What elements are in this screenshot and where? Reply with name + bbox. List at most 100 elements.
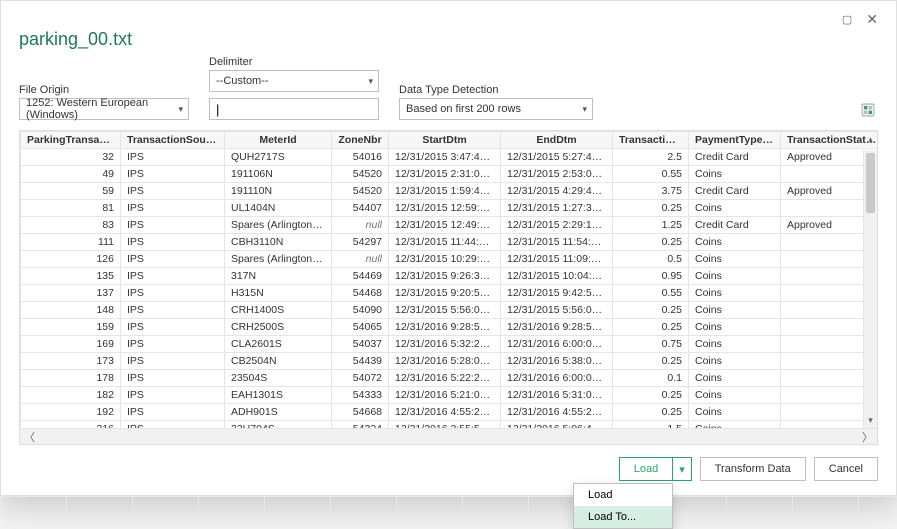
table-row[interactable]: 135IPS317N5446912/31/2015 9:26:31 AM12/3… (21, 268, 878, 285)
table-row[interactable]: 148IPSCRH1400S5409012/31/2015 5:56:00 AM… (21, 302, 878, 319)
settings-icon[interactable] (858, 100, 878, 120)
delimiter-select[interactable]: --Custom-- (209, 70, 379, 92)
table-row[interactable]: 182IPSEAH1301S5433312/31/2016 5:21:05 PM… (21, 387, 878, 404)
cell: 54520 (332, 183, 389, 200)
vertical-scrollbar[interactable]: ▴ ▾ (863, 150, 877, 428)
scroll-left-icon[interactable]: 〈 (24, 429, 35, 445)
scroll-up-icon[interactable]: ▴ (864, 134, 877, 145)
table-row[interactable]: 32IPSQUH2717S5401612/31/2015 3:47:48 PM1… (21, 149, 878, 166)
table-row[interactable]: 83IPSSpares (Arlington VA)null12/31/2015… (21, 217, 878, 234)
cell: 12/31/2015 2:53:08 PM (501, 166, 613, 183)
cell: 0.25 (613, 353, 689, 370)
close-icon[interactable]: ✕ (866, 11, 878, 28)
load-button[interactable]: Load (619, 457, 673, 481)
cell: 182 (21, 387, 121, 404)
column-header[interactable]: TransactionStatusCode (781, 132, 878, 149)
cell: 191106N (225, 166, 332, 183)
table-row[interactable]: 81IPSUL1404N5440712/31/2015 12:59:18 PM1… (21, 200, 878, 217)
cell: 0.55 (613, 285, 689, 302)
transform-data-button[interactable]: Transform Data (700, 457, 806, 481)
cell: 54037 (332, 336, 389, 353)
cell: 0.25 (613, 234, 689, 251)
cell: 111 (21, 234, 121, 251)
dialog-footer: Load ▾ Transform Data Cancel Load Load T… (19, 457, 878, 481)
cell: 0.25 (613, 404, 689, 421)
cancel-button[interactable]: Cancel (814, 457, 878, 481)
cell: 0.25 (613, 387, 689, 404)
column-header[interactable]: ZoneNbr (332, 132, 389, 149)
cell: Spares (Arlington VA) (225, 251, 332, 268)
table-row[interactable]: 111IPSCBH3110N5429712/31/2015 11:44:25 A… (21, 234, 878, 251)
cell: CRH2500S (225, 319, 332, 336)
column-header[interactable]: TransactionAmt (613, 132, 689, 149)
cell: 12/31/2016 9:28:58 PM (389, 319, 501, 336)
file-title: parking_00.txt (19, 29, 878, 50)
cell: Coins (689, 336, 781, 353)
cell: 126 (21, 251, 121, 268)
cell: IPS (121, 234, 225, 251)
column-header[interactable]: ParkingTransactionKey (21, 132, 121, 149)
cell: 54072 (332, 370, 389, 387)
cell: 135 (21, 268, 121, 285)
cell: 81 (21, 200, 121, 217)
cell: Coins (689, 421, 781, 429)
table-row[interactable]: 49IPS191106N5452012/31/2015 2:31:08 PM12… (21, 166, 878, 183)
cell: 54407 (332, 200, 389, 217)
cell: Coins (689, 387, 781, 404)
horizontal-scrollbar[interactable]: 〈 〉 (20, 428, 877, 444)
cell: 12/31/2016 6:00:01 PM (501, 370, 613, 387)
cell: 1.25 (613, 217, 689, 234)
cell: 0.55 (613, 166, 689, 183)
cell: 54520 (332, 166, 389, 183)
column-header[interactable]: TransactionSourceCode (121, 132, 225, 149)
table-row[interactable]: 216IPS23H704S5432412/31/2016 3:55:56 PM1… (21, 421, 878, 429)
cell: 12/31/2015 9:20:57 AM (389, 285, 501, 302)
scroll-down-icon[interactable]: ▾ (864, 415, 877, 426)
cell: Spares (Arlington VA) (225, 217, 332, 234)
cell: 169 (21, 336, 121, 353)
delimiter-input[interactable] (209, 98, 379, 120)
table-row[interactable]: 126IPSSpares (Arlington VA)null12/31/201… (21, 251, 878, 268)
table-row[interactable]: 137IPSH315N5446812/31/2015 9:20:57 AM12/… (21, 285, 878, 302)
table-row[interactable]: 59IPS191110N5452012/31/2015 1:59:49 PM12… (21, 183, 878, 200)
cell: EAH1301S (225, 387, 332, 404)
cell: CRH1400S (225, 302, 332, 319)
cell: 12/31/2015 2:31:08 PM (389, 166, 501, 183)
scrollbar-thumb[interactable] (866, 153, 875, 213)
cell: 12/31/2015 5:27:48 PM (501, 149, 613, 166)
scroll-right-icon[interactable]: 〉 (862, 429, 873, 445)
cell: IPS (121, 387, 225, 404)
import-dialog: ▢ ✕ parking_00.txt File Origin 1252: Wes… (0, 0, 897, 496)
cell: 59 (21, 183, 121, 200)
column-header[interactable]: PaymentTypeName (689, 132, 781, 149)
datatype-select[interactable]: Based on first 200 rows (399, 98, 593, 120)
cell: IPS (121, 285, 225, 302)
table-row[interactable]: 159IPSCRH2500S5406512/31/2016 9:28:58 PM… (21, 319, 878, 336)
cell: 12/31/2016 5:06:40 PM (501, 421, 613, 429)
table-row[interactable]: 169IPSCLA2601S5403712/31/2016 5:32:21 PM… (21, 336, 878, 353)
cell: 54065 (332, 319, 389, 336)
cell: 54668 (332, 404, 389, 421)
cell: Credit Card (689, 183, 781, 200)
cell: IPS (121, 166, 225, 183)
file-origin-select[interactable]: 1252: Western European (Windows) (19, 98, 189, 120)
table-row[interactable]: 173IPSCB2504N5443912/31/2016 5:28:04 PM1… (21, 353, 878, 370)
cell: 12/31/2016 4:55:26 PM (389, 404, 501, 421)
cell: UL1404N (225, 200, 332, 217)
table-row[interactable]: 178IPS23504S5407212/31/2016 5:22:25 PM12… (21, 370, 878, 387)
delimiter-label: Delimiter (209, 56, 379, 68)
cell: 1.5 (613, 421, 689, 429)
menu-load[interactable]: Load (574, 484, 672, 506)
column-header[interactable]: MeterId (225, 132, 332, 149)
cell: 12/31/2015 2:29:13 PM (501, 217, 613, 234)
column-header[interactable]: StartDtm (389, 132, 501, 149)
maximize-icon[interactable]: ▢ (842, 13, 852, 26)
cell: 12/31/2016 5:21:05 PM (389, 387, 501, 404)
cell: 12/31/2015 1:27:38 PM (501, 200, 613, 217)
menu-load-to[interactable]: Load To... (574, 506, 672, 528)
table-row[interactable]: 192IPSADH901S5466812/31/2016 4:55:26 PM1… (21, 404, 878, 421)
column-header[interactable]: EndDtm (501, 132, 613, 149)
cell: 192 (21, 404, 121, 421)
cell: 54324 (332, 421, 389, 429)
load-dropdown-button[interactable]: ▾ (673, 457, 692, 481)
